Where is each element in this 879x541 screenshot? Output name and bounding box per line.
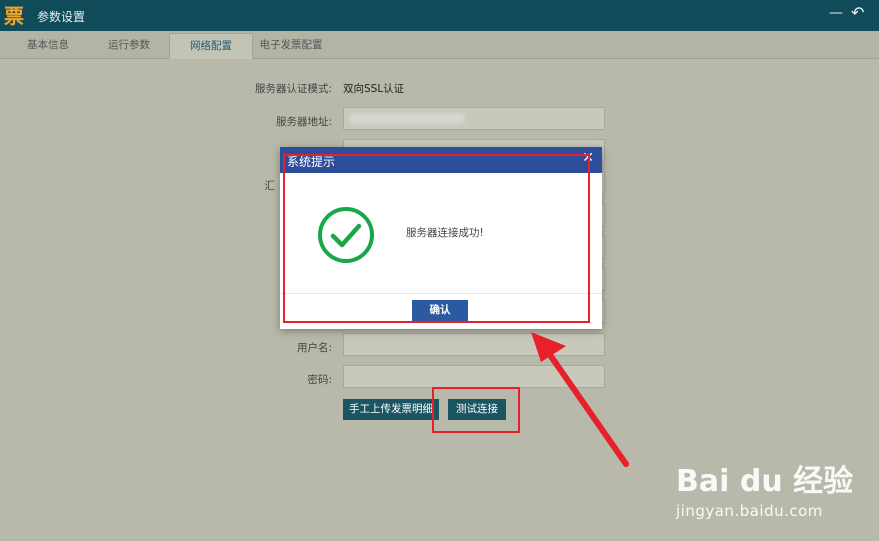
- baidu-jingyan-watermark: Bai du 经验 jingyan.baidu.com: [676, 456, 853, 520]
- watermark-url: jingyan.baidu.com: [676, 502, 823, 520]
- watermark-brand: Bai du 经验: [676, 464, 854, 499]
